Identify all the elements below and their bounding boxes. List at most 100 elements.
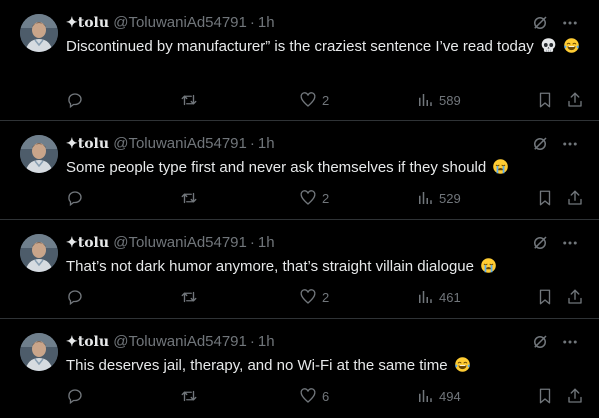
like-button[interactable]: 2 bbox=[299, 91, 329, 109]
tweet[interactable]: ✦tolu @ToluwaniAd54791 · 1h This deserves … bbox=[0, 319, 599, 418]
tweet-text-content: This deserves jail, therapy, and no Wi-F… bbox=[66, 357, 448, 374]
grok-icon[interactable] bbox=[531, 333, 549, 351]
tweet[interactable]: ✦tolu @ToluwaniAd54791 · 1h Some people ty… bbox=[0, 121, 599, 220]
tweet-header: ✦tolu @ToluwaniAd54791 · 1h bbox=[66, 135, 275, 153]
retweet-button[interactable] bbox=[179, 387, 199, 405]
timestamp[interactable]: 1h bbox=[258, 234, 275, 251]
emoji-group bbox=[448, 357, 471, 374]
heart-icon bbox=[299, 189, 317, 207]
bookmark-button[interactable] bbox=[536, 387, 554, 405]
views-chart-icon bbox=[416, 189, 434, 207]
views-button[interactable]: 494 bbox=[416, 387, 461, 405]
views-button[interactable]: 589 bbox=[416, 91, 461, 109]
view-count: 461 bbox=[439, 289, 461, 305]
retweet-button[interactable] bbox=[179, 288, 199, 306]
retweet-button[interactable] bbox=[179, 91, 199, 109]
reply-button[interactable] bbox=[66, 387, 84, 405]
tweet-header: ✦tolu @ToluwaniAd54791 · 1h bbox=[66, 333, 275, 351]
separator-dot: · bbox=[249, 135, 255, 152]
retweet-icon bbox=[179, 189, 199, 207]
retweet-icon bbox=[179, 288, 199, 306]
tweet-text-content: Some people type first and never ask the… bbox=[66, 159, 487, 176]
avatar[interactable] bbox=[20, 14, 58, 52]
grok-icon[interactable] bbox=[531, 135, 549, 153]
like-button[interactable]: 2 bbox=[299, 288, 329, 306]
tweet-text-content: That’s not dark humor anymore, that’s st… bbox=[66, 258, 474, 275]
username-handle[interactable]: @ToluwaniAd54791 bbox=[113, 333, 247, 350]
bookmark-button[interactable] bbox=[536, 288, 554, 306]
heart-icon bbox=[299, 288, 317, 306]
sob-emoji bbox=[492, 158, 509, 175]
tweet-text: Some people type first and never ask the… bbox=[66, 158, 581, 178]
more-icon[interactable] bbox=[561, 333, 579, 351]
grok-icon[interactable] bbox=[531, 14, 549, 32]
tweet-controls bbox=[531, 234, 579, 252]
tweet-controls bbox=[531, 14, 579, 32]
like-button[interactable]: 6 bbox=[299, 387, 329, 405]
timestamp[interactable]: 1h bbox=[258, 14, 275, 31]
tweet-actions: 2 461 bbox=[66, 288, 585, 306]
bookmark-button[interactable] bbox=[536, 91, 554, 109]
display-name[interactable]: ✦tolu bbox=[66, 334, 109, 350]
avatar[interactable] bbox=[20, 135, 58, 173]
separator-dot: · bbox=[249, 333, 255, 350]
view-count: 529 bbox=[439, 190, 461, 206]
bookmark-icon bbox=[536, 91, 554, 109]
bookmark-icon bbox=[536, 387, 554, 405]
share-button[interactable] bbox=[566, 91, 584, 109]
reply-icon bbox=[66, 387, 84, 405]
like-count: 2 bbox=[322, 92, 330, 108]
retweet-button[interactable] bbox=[179, 189, 199, 207]
reply-button[interactable] bbox=[66, 189, 84, 207]
emoji-group bbox=[486, 159, 509, 176]
display-name[interactable]: ✦tolu bbox=[66, 15, 109, 31]
reply-icon bbox=[66, 288, 84, 306]
username-handle[interactable]: @ToluwaniAd54791 bbox=[113, 234, 247, 251]
retweet-icon bbox=[179, 387, 199, 405]
emoji-group bbox=[474, 258, 497, 275]
timestamp[interactable]: 1h bbox=[258, 333, 275, 350]
tweet-header: ✦tolu @ToluwaniAd54791 · 1h bbox=[66, 14, 275, 32]
display-name[interactable]: ✦tolu bbox=[66, 235, 109, 251]
bookmark-button[interactable] bbox=[536, 189, 554, 207]
heart-icon bbox=[299, 387, 317, 405]
avatar[interactable] bbox=[20, 333, 58, 371]
more-icon[interactable] bbox=[561, 234, 579, 252]
skull-emoji bbox=[540, 37, 557, 54]
reply-button[interactable] bbox=[66, 91, 84, 109]
tweet-text: That’s not dark humor anymore, that’s st… bbox=[66, 257, 581, 277]
heart-icon bbox=[299, 91, 317, 109]
reply-button[interactable] bbox=[66, 288, 84, 306]
share-icon bbox=[566, 189, 584, 207]
bookmark-icon bbox=[536, 189, 554, 207]
tweet-actions: 2 529 bbox=[66, 189, 585, 207]
username-handle[interactable]: @ToluwaniAd54791 bbox=[113, 135, 247, 152]
view-count: 494 bbox=[439, 388, 461, 404]
timestamp[interactable]: 1h bbox=[258, 135, 275, 152]
reply-icon bbox=[66, 189, 84, 207]
views-chart-icon bbox=[416, 387, 434, 405]
more-icon[interactable] bbox=[561, 135, 579, 153]
avatar[interactable] bbox=[20, 234, 58, 272]
emoji-group bbox=[534, 38, 580, 55]
views-button[interactable]: 529 bbox=[416, 189, 461, 207]
like-button[interactable]: 2 bbox=[299, 189, 329, 207]
tweet[interactable]: ✦tolu @ToluwaniAd54791 · 1h That’s not dar… bbox=[0, 220, 599, 319]
share-button[interactable] bbox=[566, 288, 584, 306]
tweet-header: ✦tolu @ToluwaniAd54791 · 1h bbox=[66, 234, 275, 252]
share-icon bbox=[566, 288, 584, 306]
share-button[interactable] bbox=[566, 387, 584, 405]
views-button[interactable]: 461 bbox=[416, 288, 461, 306]
views-chart-icon bbox=[416, 91, 434, 109]
separator-dot: · bbox=[249, 234, 255, 251]
tweet-controls bbox=[531, 135, 579, 153]
tweet[interactable]: ✦tolu @ToluwaniAd54791 · 1h Discontinued b… bbox=[0, 0, 599, 121]
display-name[interactable]: ✦tolu bbox=[66, 136, 109, 152]
more-icon[interactable] bbox=[561, 14, 579, 32]
timeline-feed: ✦tolu @ToluwaniAd54791 · 1h Discontinued b… bbox=[0, 0, 599, 418]
separator-dot: · bbox=[249, 14, 255, 31]
grok-icon[interactable] bbox=[531, 234, 549, 252]
username-handle[interactable]: @ToluwaniAd54791 bbox=[113, 14, 247, 31]
share-button[interactable] bbox=[566, 189, 584, 207]
tweet-actions: 2 589 bbox=[66, 91, 585, 109]
